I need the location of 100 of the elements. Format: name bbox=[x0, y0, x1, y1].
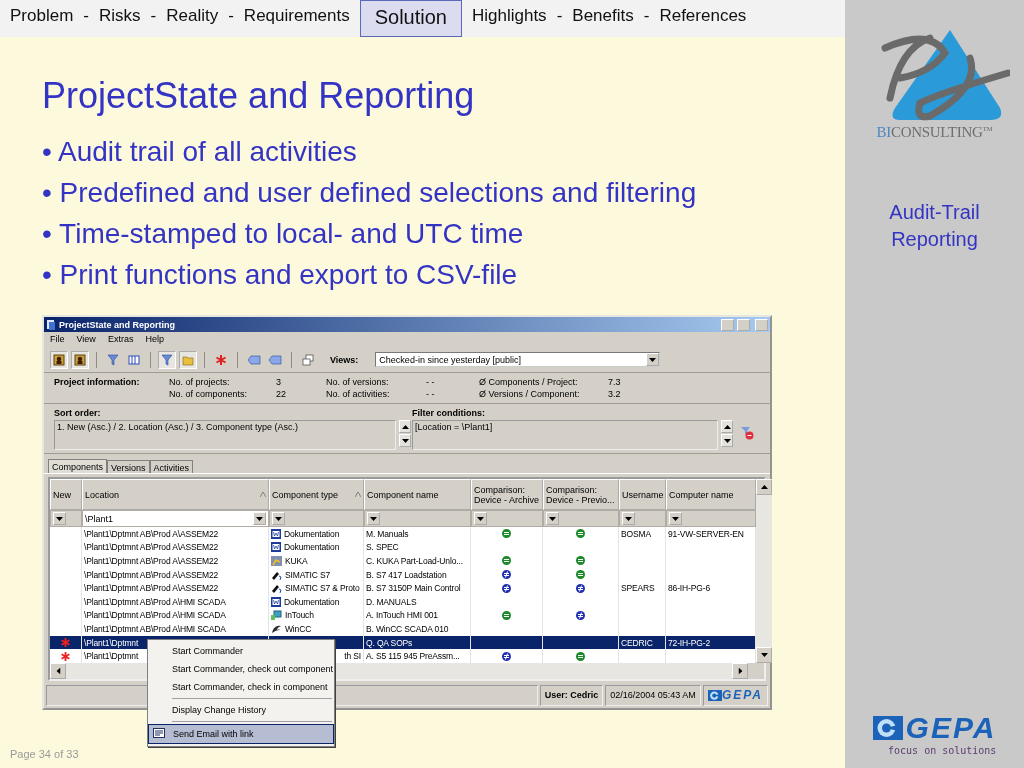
tab[interactable]: Versions bbox=[107, 460, 150, 473]
person-icon bbox=[74, 353, 86, 366]
column-header[interactable]: Component type bbox=[269, 479, 364, 510]
funnel-icon bbox=[161, 353, 173, 366]
nav-link[interactable]: Requirements bbox=[237, 0, 356, 37]
table-cell: CEDRIC bbox=[621, 637, 653, 648]
equal-icon bbox=[502, 529, 511, 539]
up-arrow-icon bbox=[401, 424, 409, 429]
menu-item[interactable]: Start Commander, check in component bbox=[148, 678, 334, 696]
nav-link[interactable]: Reality bbox=[160, 0, 225, 37]
down-arrow-icon bbox=[275, 516, 282, 521]
down-arrow-icon bbox=[56, 516, 63, 521]
scroll-up-button[interactable] bbox=[399, 420, 411, 433]
section-label: Project information: bbox=[54, 377, 141, 387]
section-label: Sort order: bbox=[54, 408, 102, 418]
page-number: Page 34 of 33 bbox=[10, 748, 79, 760]
stat-label: No. of components: bbox=[169, 389, 249, 399]
monitor-icon bbox=[271, 610, 282, 621]
nav-separator: - bbox=[642, 5, 651, 27]
column-header[interactable]: Component name bbox=[364, 479, 471, 510]
column-header[interactable]: Comparison: Device - Previo... bbox=[543, 479, 619, 510]
app-icon bbox=[46, 319, 56, 330]
column-header[interactable]: Location bbox=[82, 479, 269, 510]
table-cell: SIMATIC S7 bbox=[285, 569, 331, 580]
stat-value: 22 bbox=[276, 389, 287, 399]
stat-value: - - bbox=[426, 377, 436, 387]
column-header[interactable]: New bbox=[50, 479, 82, 510]
equal-icon bbox=[576, 529, 585, 539]
views-dropdown[interactable]: Checked-in since yesterday [public] bbox=[375, 352, 661, 367]
stat-label: No. of projects: bbox=[169, 377, 231, 387]
tab[interactable]: Activities bbox=[149, 460, 194, 473]
scroll-down-button[interactable] bbox=[399, 434, 411, 447]
menu-item[interactable]: Display Change History bbox=[148, 701, 334, 719]
bullet-point: • Time-stamped to local- and UTC time bbox=[42, 217, 525, 251]
table-cell: Dokumentation bbox=[284, 596, 340, 607]
clear-filter-icon[interactable] bbox=[740, 426, 754, 440]
equal-icon bbox=[502, 610, 511, 620]
table-cell: 91-VW-SERVER-EN bbox=[668, 528, 744, 539]
table-cell: Dokumentation bbox=[284, 528, 340, 539]
down-arrow-icon bbox=[760, 652, 768, 657]
filter-conditions-field[interactable]: [Location = \Plant1] bbox=[412, 420, 718, 450]
table-cell: S. SPEC bbox=[366, 542, 399, 553]
table-cell: Q. QA SOPs bbox=[366, 637, 413, 648]
table-cell: C. KUKA Part-Load-Unlo... bbox=[366, 556, 463, 566]
table-cell: InTouch bbox=[285, 610, 314, 621]
down-arrow-icon bbox=[370, 516, 377, 521]
column-header[interactable]: Comparison: Device - Archive bbox=[471, 479, 543, 510]
toolbar-button[interactable] bbox=[50, 350, 68, 369]
brand-name: BICONSULTING$^{TM}$ bbox=[876, 124, 993, 141]
table-cell: SIMATIC S7 & Proto bbox=[285, 583, 360, 594]
tab[interactable]: Components bbox=[48, 459, 108, 473]
column-header[interactable]: Computer name bbox=[666, 479, 756, 510]
document-icon bbox=[271, 596, 281, 607]
robot-icon bbox=[271, 556, 282, 566]
menu-item[interactable]: File bbox=[50, 334, 65, 345]
down-arrow-icon bbox=[256, 516, 263, 521]
table-cell: 72-IH-PG-2 bbox=[668, 637, 710, 648]
bullet-point: • Print functions and export to CSV-file bbox=[42, 258, 519, 292]
menu-item[interactable]: Send Email with link bbox=[148, 724, 334, 744]
table-cell: \Plant1\Dptmnt bbox=[84, 637, 139, 648]
columns-icon bbox=[128, 353, 140, 366]
folder-icon bbox=[182, 353, 194, 366]
nav-separator: - bbox=[82, 5, 90, 27]
logo-tagline: focus on solutions bbox=[888, 745, 997, 756]
sort-order-field[interactable]: 1. New (Asc.) / 2. Location (Asc.) / 3. Component type (Asc.) bbox=[54, 420, 396, 450]
filter-dropdown[interactable] bbox=[50, 510, 82, 527]
not-equal-icon bbox=[502, 570, 511, 580]
nav-link[interactable]: Benefits bbox=[566, 0, 640, 37]
table-cell: \Plant1\Dptmnt AB\Prod A\ASSEM22 bbox=[84, 583, 219, 594]
nav-link[interactable]: References bbox=[653, 0, 753, 37]
menu-item[interactable]: Extras bbox=[107, 334, 134, 345]
filter-dropdown[interactable]: \Plant1 bbox=[82, 510, 269, 527]
vertical-scrollbar[interactable] bbox=[756, 479, 772, 663]
scroll-down-button[interactable] bbox=[721, 434, 733, 447]
logo-text: GEPA bbox=[721, 689, 763, 702]
nav-link[interactable]: Solution bbox=[359, 0, 462, 37]
not-equal-icon bbox=[576, 610, 585, 620]
column-header[interactable]: Username bbox=[619, 479, 666, 510]
nav-separator: - bbox=[555, 5, 564, 27]
menu-item[interactable]: Start Commander, check out component bbox=[148, 660, 334, 678]
nav-link[interactable]: Problem bbox=[4, 0, 80, 37]
nav-link[interactable]: Risks bbox=[93, 0, 147, 37]
table-cell: \Plant1\Dptmnt bbox=[84, 651, 139, 662]
swirl-logo-icon bbox=[707, 689, 722, 702]
menu-item[interactable]: Help bbox=[145, 334, 164, 345]
close-button[interactable] bbox=[755, 318, 768, 331]
minimize-button[interactable] bbox=[721, 318, 734, 331]
tag-icon bbox=[247, 353, 261, 366]
sort-icon bbox=[355, 492, 361, 497]
maximize-button[interactable] bbox=[737, 318, 750, 331]
document-icon bbox=[271, 542, 281, 553]
scroll-up-button[interactable] bbox=[721, 420, 733, 433]
section-label: Filter conditions: bbox=[412, 408, 486, 418]
equal-icon bbox=[576, 651, 585, 661]
table-cell: \Plant1\Dptmnt AB\Prod A\ASSEM22 bbox=[84, 569, 219, 580]
table-cell: B. WinCC SCADA 010 bbox=[366, 623, 449, 634]
menu-item[interactable]: View bbox=[76, 334, 96, 345]
down-arrow-icon bbox=[549, 516, 556, 521]
toolbar-button[interactable] bbox=[71, 350, 89, 369]
nav-link[interactable]: Highlights bbox=[465, 0, 553, 37]
